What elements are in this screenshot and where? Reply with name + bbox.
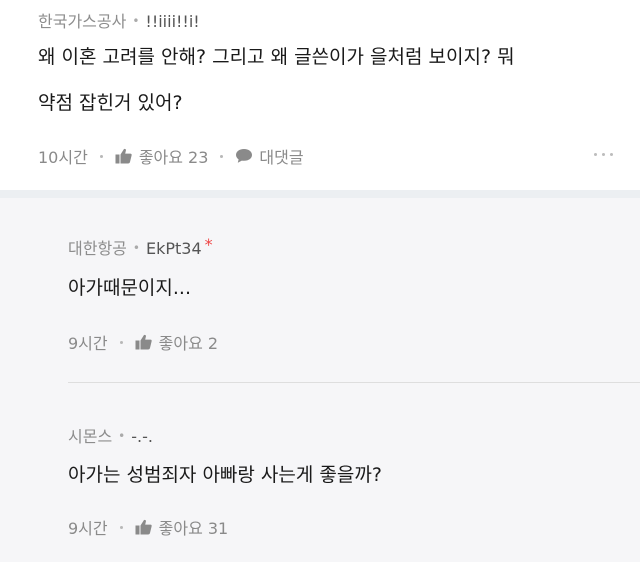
post-body-line-1: 왜 이혼 고려를 안해? 그리고 왜 글쓴이가 을처럼 보이지? 뭐 — [38, 46, 515, 68]
main-post: 한국가스공사 • !!iiii!!i! 왜 이혼 고려를 안해? 그리고 왜 글쓴이… — [0, 0, 640, 190]
post-author-meta: 한국가스공사 • !!iiii!!i! — [38, 12, 200, 31]
post-actions: 10시간 좋아요 23 대댓글 — [38, 144, 304, 168]
post-company: 한국가스공사 — [38, 12, 127, 31]
speech-bubble-icon — [236, 149, 253, 163]
reply-nickname[interactable]: EkPt34 — [146, 239, 202, 258]
post-like-button[interactable]: 좋아요 23 — [115, 144, 209, 168]
reply-divider — [68, 382, 640, 383]
thumbs-up-icon — [115, 148, 132, 164]
reply-actions: 9시간 좋아요 31 — [68, 515, 228, 539]
reply-like-button[interactable]: 좋아요 2 — [135, 330, 218, 354]
reply-star-badge: * — [204, 235, 213, 254]
post-body-line-2: 약점 잡힌거 있어? — [38, 92, 183, 114]
reply-body: 아가때문이지... — [68, 277, 191, 299]
reply-actions: 9시간 좋아요 2 — [68, 330, 218, 354]
reply-like-count: 좋아요 31 — [158, 519, 229, 538]
reply-author-meta: 시몬스 • -.-. — [68, 427, 153, 446]
reply-nickname[interactable]: -.-. — [131, 427, 153, 446]
reply-like-count: 좋아요 2 — [158, 334, 219, 353]
post-like-count: 좋아요 23 — [138, 148, 209, 167]
post-reply-button[interactable]: 대댓글 — [235, 144, 304, 168]
thumbs-up-icon — [135, 334, 152, 350]
section-divider — [0, 190, 640, 198]
post-time: 10시간 — [38, 148, 88, 167]
reply-company: 시몬스 — [68, 427, 113, 446]
reply-time: 9시간 — [68, 519, 108, 538]
post-nickname[interactable]: !!iiii!!i! — [145, 12, 199, 31]
reply-company: 대한항공 — [68, 239, 127, 258]
reply-time: 9시간 — [68, 334, 108, 353]
reply-author-meta: 대한항공 • EkPt34 * — [68, 235, 213, 258]
reply-body: 아가는 성범죄자 아빠랑 사는게 좋을까? — [68, 464, 382, 486]
more-dots-icon[interactable] — [594, 153, 613, 156]
reply-like-button[interactable]: 좋아요 31 — [135, 515, 229, 539]
thumbs-up-icon — [135, 519, 152, 535]
post-reply-label: 대댓글 — [259, 148, 304, 167]
